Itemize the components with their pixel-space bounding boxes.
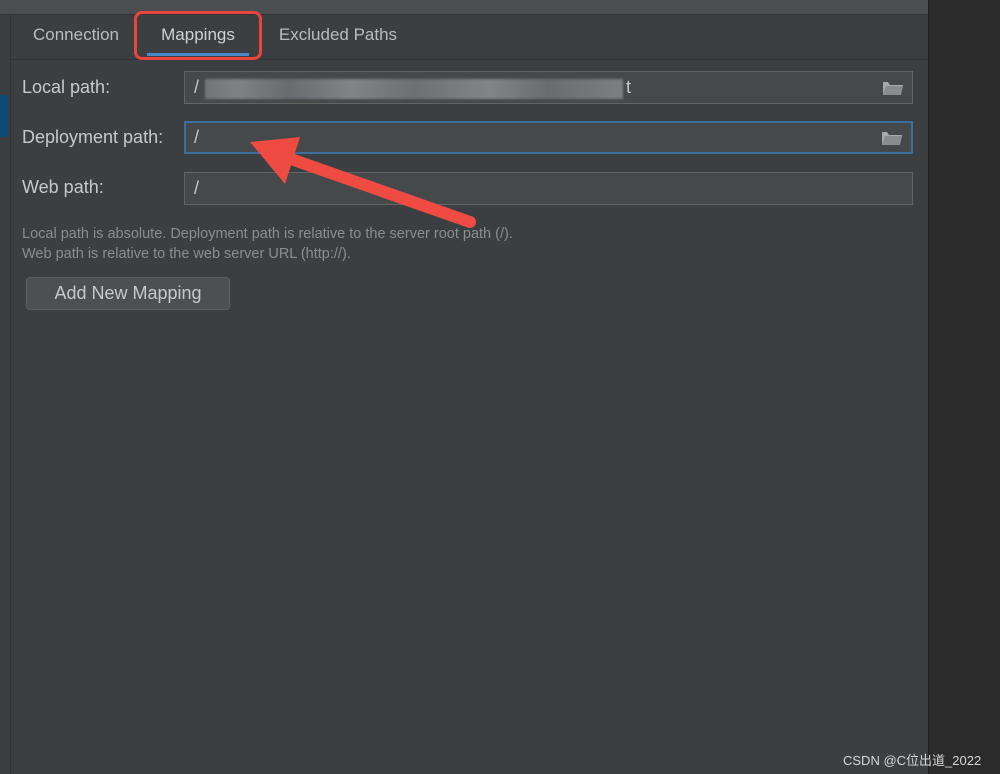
add-new-mapping-button[interactable]: Add New Mapping	[26, 277, 230, 310]
right-dark-panel	[928, 0, 1000, 774]
watermark-text: CSDN @C位出道_2022	[843, 753, 982, 768]
hint-line-2: Web path is relative to the web server U…	[22, 246, 351, 262]
local-path-suffix: t	[626, 77, 632, 97]
left-sidebar-strip	[0, 15, 11, 774]
hint-line-1: Local path is absolute. Deployment path …	[22, 226, 513, 242]
web-path-field[interactable]	[184, 172, 913, 205]
sidebar-selection-marker	[0, 95, 8, 137]
deployment-path-input[interactable]	[194, 127, 834, 148]
deployment-path-field[interactable]	[184, 121, 913, 154]
local-path-field[interactable]: / t	[184, 71, 913, 104]
deployment-path-label: Deployment path:	[22, 127, 164, 147]
web-path-label: Web path:	[22, 177, 104, 197]
tab-connection[interactable]: Connection	[21, 15, 131, 56]
redacted-path-blur	[205, 79, 623, 99]
local-path-label: Local path:	[22, 77, 111, 97]
web-path-input[interactable]	[194, 178, 834, 199]
folder-icon[interactable]	[882, 80, 904, 96]
folder-icon[interactable]	[881, 130, 903, 146]
tab-excluded-paths[interactable]: Excluded Paths	[273, 15, 403, 56]
annotation-arrow	[250, 137, 476, 228]
local-path-prefix: /	[194, 77, 200, 97]
annotation-highlight-box	[134, 11, 262, 60]
